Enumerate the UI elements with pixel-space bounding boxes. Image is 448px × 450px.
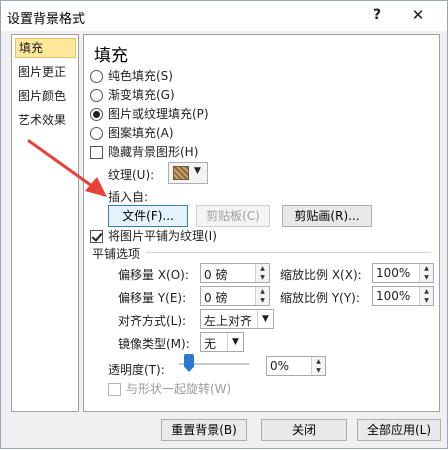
triangle-up-icon[interactable]: ▲ bbox=[420, 287, 433, 296]
rotate-with-shape-checkbox[interactable]: 与形状一起旋转(W) bbox=[108, 381, 231, 397]
triangle-down-icon[interactable]: ▼ bbox=[256, 273, 269, 282]
help-button[interactable]: ? bbox=[367, 5, 387, 25]
fill-panel: 填充 纯色填充(S) 渐变填充(G) 图片或纹理填充(P) 图案填充(A) 隐藏… bbox=[83, 34, 440, 412]
offset-x-stepper[interactable]: 0 磅 ▲ ▼ bbox=[200, 263, 270, 283]
insert-file-button[interactable]: 文件(F)... bbox=[108, 205, 188, 227]
radio-picture-texture-fill[interactable]: 图片或纹理填充(P) bbox=[90, 106, 209, 122]
sidebar-item-artistic-effects[interactable]: 艺术效果 bbox=[15, 110, 76, 130]
section-divider bbox=[146, 252, 431, 253]
stepper-arrows[interactable]: ▲ ▼ bbox=[255, 287, 269, 305]
stepper-arrows[interactable]: ▲ ▼ bbox=[311, 357, 325, 375]
radio-gradient-fill[interactable]: 渐变填充(G) bbox=[90, 87, 175, 103]
scale-y-stepper[interactable]: 100% ▲ ▼ bbox=[372, 286, 434, 306]
close-button[interactable]: 关闭 bbox=[261, 419, 347, 441]
radio-button[interactable] bbox=[90, 107, 103, 121]
chevron-down-icon[interactable]: ▼ bbox=[257, 310, 273, 328]
radio-solid-fill[interactable]: 纯色填充(S) bbox=[90, 68, 173, 84]
checkbox[interactable] bbox=[90, 145, 103, 159]
sidebar-item-picture-corrections[interactable]: 图片更正 bbox=[15, 62, 76, 82]
stepper-arrows[interactable]: ▲ ▼ bbox=[255, 264, 269, 282]
chevron-down-icon[interactable]: ▼ bbox=[227, 333, 243, 351]
checkbox[interactable] bbox=[90, 229, 103, 243]
radio-pattern-fill[interactable]: 图案填充(A) bbox=[90, 125, 174, 141]
insert-clipboard-button[interactable]: 剪贴板(C) bbox=[196, 205, 270, 227]
scale-x-stepper[interactable]: 100% ▲ ▼ bbox=[372, 263, 434, 283]
checkbox[interactable] bbox=[108, 382, 121, 396]
tiling-options-heading: 平铺选项 bbox=[92, 247, 141, 261]
triangle-down-icon[interactable]: ▼ bbox=[420, 273, 433, 282]
mirror-type-label: 镜像类型(M): bbox=[118, 337, 190, 351]
triangle-up-icon[interactable]: ▲ bbox=[420, 264, 433, 273]
triangle-up-icon[interactable]: ▲ bbox=[256, 287, 269, 296]
radio-label: 图片或纹理填充(P) bbox=[108, 107, 209, 121]
alignment-label: 对齐方式(L): bbox=[118, 314, 187, 328]
scale-x-value: 100% bbox=[376, 266, 411, 280]
radio-button[interactable] bbox=[90, 69, 103, 83]
texture-label: 纹理(U): bbox=[108, 168, 155, 182]
transparency-slider-thumb[interactable] bbox=[184, 354, 194, 372]
transparency-stepper[interactable]: 0% ▲ ▼ bbox=[266, 356, 326, 376]
close-icon[interactable]: ✕ bbox=[407, 5, 429, 25]
panel-title: 填充 bbox=[94, 46, 128, 66]
tile-picture-checkbox[interactable]: 将图片平铺为纹理(I) bbox=[90, 228, 217, 244]
transparency-label: 透明度(T): bbox=[108, 363, 165, 377]
insert-clipart-button[interactable]: 剪贴画(R)... bbox=[282, 205, 372, 227]
alignment-select[interactable]: 左上对齐 ▼ bbox=[200, 309, 274, 329]
alignment-value: 左上对齐 bbox=[204, 314, 253, 328]
radio-label: 图案填充(A) bbox=[108, 126, 174, 140]
texture-swatch-icon bbox=[173, 166, 189, 180]
title-bar: 设置背景格式 ? ✕ bbox=[1, 1, 447, 31]
scale-y-value: 100% bbox=[376, 289, 411, 303]
apply-to-all-button[interactable]: 全部应用(L) bbox=[357, 419, 441, 441]
mirror-type-select[interactable]: 无 ▼ bbox=[200, 332, 244, 352]
insert-from-label: 插入自: bbox=[108, 190, 149, 204]
texture-dropdown[interactable]: ▼ bbox=[168, 162, 208, 184]
triangle-up-icon[interactable]: ▲ bbox=[312, 357, 325, 366]
stepper-arrows[interactable]: ▲ ▼ bbox=[419, 287, 433, 305]
scale-x-label: 缩放比例 X(X): bbox=[280, 268, 362, 282]
stepper-arrows[interactable]: ▲ ▼ bbox=[419, 264, 433, 282]
transparency-value: 0% bbox=[270, 359, 290, 373]
format-background-dialog: 设置背景格式 ? ✕ 填充 图片更正 图片颜色 艺术效果 填充 纯色填充(S) … bbox=[0, 0, 448, 449]
radio-label: 渐变填充(G) bbox=[108, 88, 175, 102]
offset-y-label: 偏移量 Y(E): bbox=[118, 291, 187, 305]
radio-button[interactable] bbox=[90, 88, 103, 102]
offset-x-label: 偏移量 X(O): bbox=[118, 268, 189, 282]
dialog-title: 设置背景格式 bbox=[7, 12, 86, 27]
checkbox-label: 隐藏背景图形(H) bbox=[108, 145, 199, 159]
offset-y-value: 0 磅 bbox=[204, 291, 228, 305]
checkbox-label: 将图片平铺为纹理(I) bbox=[108, 229, 217, 243]
checkbox-label: 与形状一起旋转(W) bbox=[126, 382, 232, 396]
chevron-down-icon: ▼ bbox=[194, 166, 201, 176]
triangle-down-icon[interactable]: ▼ bbox=[256, 296, 269, 305]
category-sidebar: 填充 图片更正 图片颜色 艺术效果 bbox=[11, 34, 79, 412]
hide-background-graphics-checkbox[interactable]: 隐藏背景图形(H) bbox=[90, 144, 198, 160]
triangle-up-icon[interactable]: ▲ bbox=[256, 264, 269, 273]
triangle-down-icon[interactable]: ▼ bbox=[420, 296, 433, 305]
sidebar-item-fill[interactable]: 填充 bbox=[15, 38, 76, 58]
offset-x-value: 0 磅 bbox=[204, 268, 228, 282]
reset-background-button[interactable]: 重置背景(B) bbox=[161, 419, 247, 441]
mirror-type-value: 无 bbox=[204, 337, 217, 351]
triangle-down-icon[interactable]: ▼ bbox=[312, 366, 325, 375]
sidebar-item-picture-color[interactable]: 图片颜色 bbox=[15, 86, 76, 106]
offset-y-stepper[interactable]: 0 磅 ▲ ▼ bbox=[200, 286, 270, 306]
radio-button[interactable] bbox=[90, 126, 103, 140]
radio-label: 纯色填充(S) bbox=[108, 69, 173, 83]
scale-y-label: 缩放比例 Y(Y): bbox=[280, 291, 360, 305]
